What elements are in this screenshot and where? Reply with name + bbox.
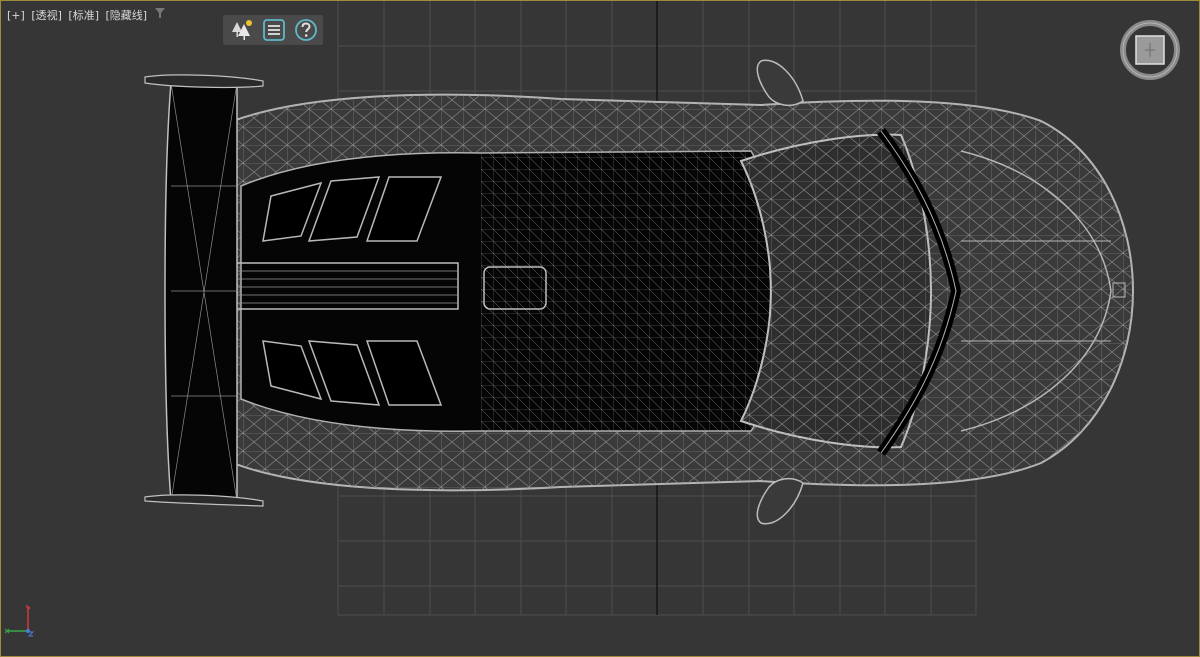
help-icon[interactable]: [294, 18, 318, 42]
viewport-render-mode-menu[interactable]: [隐藏线]: [106, 9, 148, 22]
viewport-label-menu[interactable]: [+] [透视] [标准] [隐藏线]: [7, 7, 150, 23]
right-mirror: [756, 477, 804, 525]
axis-gizmo-icon: [4, 604, 35, 637]
trees-icon[interactable]: [230, 18, 254, 42]
viewcube-icon[interactable]: [1119, 19, 1181, 81]
filter-icon[interactable]: [154, 7, 166, 19]
viewport-plus-menu[interactable]: [+]: [7, 9, 25, 22]
left-mirror: [756, 59, 804, 107]
viewport-shading-menu[interactable]: [标准]: [68, 9, 99, 22]
list-icon[interactable]: [262, 18, 286, 42]
car-wireframe-model[interactable]: [1, 1, 1199, 656]
viewport[interactable]: [+] [透视] [标准] [隐藏线]: [0, 0, 1200, 657]
viewport-view-menu[interactable]: [透视]: [31, 9, 62, 22]
viewport-toolbar: [223, 15, 323, 45]
